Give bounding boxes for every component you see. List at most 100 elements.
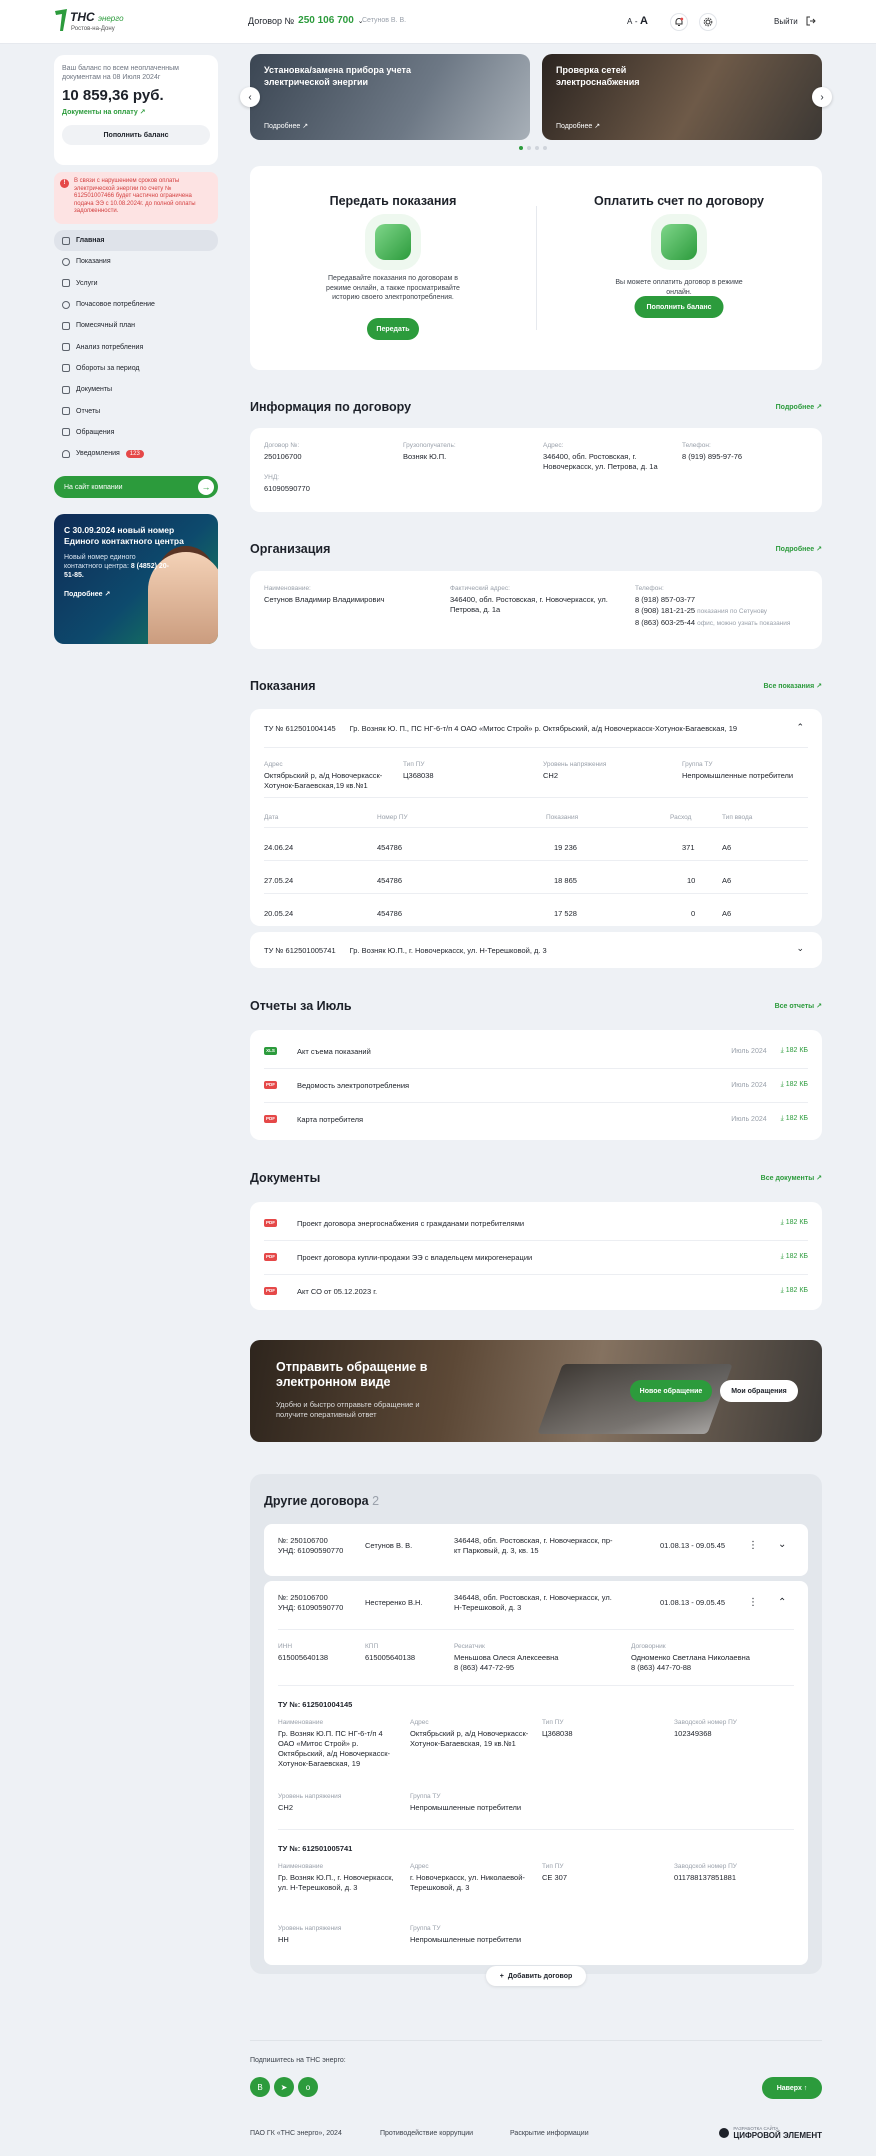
sidebar-item-reports[interactable]: Отчеты — [54, 400, 218, 421]
download-link[interactable]: ⤓ 182 КБ — [781, 1047, 808, 1055]
field-value: НН — [278, 1935, 289, 1944]
sidebar-item-analysis[interactable]: Анализ потребления — [54, 336, 218, 357]
download-link[interactable]: ⤓ 182 КБ — [781, 1081, 808, 1089]
submit-readings-button[interactable]: Передать — [367, 318, 419, 340]
slider-next-button[interactable]: › — [812, 87, 832, 107]
sidebar-item-services[interactable]: Услуги — [54, 273, 218, 294]
new-appeal-button[interactable]: Новое обращение — [630, 1380, 712, 1402]
more-label: Подробнее — [775, 404, 815, 411]
phone-number[interactable]: 8 (908) 181-21-25 — [635, 606, 695, 615]
cell-date: 24.06.24 — [264, 843, 294, 852]
contract-info-more-link[interactable]: Подробнее ↗ — [776, 403, 822, 411]
tu-card-collapsed[interactable]: ТУ № 612501005741 Гр. Возняк Ю.П., г. Нов… — [250, 932, 822, 968]
sidebar-item-notifications[interactable]: Уведомления 123 — [54, 443, 218, 464]
vk-icon[interactable]: В — [250, 2077, 270, 2097]
sidebar-item-appeals[interactable]: Обращения — [54, 422, 218, 443]
promo-more-link[interactable]: Подробнее ↗ — [64, 590, 208, 598]
field-value: Одноменко Светлана Николаевна — [631, 1653, 750, 1662]
font-big[interactable]: A — [640, 15, 648, 27]
download-link[interactable]: ⤓ 182 КБ — [781, 1219, 808, 1227]
field-label: Договорник — [631, 1643, 666, 1650]
download-link[interactable]: ⤓ 182 КБ — [781, 1253, 808, 1261]
field-value: Меньшова Олеся Алексеевна — [454, 1653, 559, 1662]
contract-info-title: Информация по договору — [250, 400, 412, 414]
phone-number[interactable]: 8 (863) 603-25-44 — [635, 618, 695, 627]
slider-dot[interactable] — [527, 146, 531, 150]
slider-dot[interactable] — [519, 146, 523, 150]
more-vertical-icon[interactable]: ⋮ — [748, 1597, 758, 1608]
ok-icon[interactable]: о — [298, 2077, 318, 2097]
chevron-down-icon[interactable]: ⌄ — [778, 1539, 786, 1550]
download-icon: ⤓ — [780, 1287, 784, 1294]
notifications-button[interactable] — [670, 13, 688, 31]
contract-selector[interactable]: Договор № 250 106 700 ⌄ — [248, 15, 364, 26]
chevron-up-icon[interactable]: ⌃ — [778, 1597, 786, 1608]
list-item[interactable]: PDF Проект договора энергоснабжения с гра… — [264, 1206, 808, 1240]
sidebar-item-label: Обращения — [76, 428, 115, 436]
list-item[interactable]: PDF Карта потребителя Июль 2024 ⤓ 182 КБ — [264, 1102, 808, 1136]
slide-more-label: Подробнее — [264, 123, 301, 130]
slider-prev-button[interactable]: ‹ — [240, 87, 260, 107]
slide-2[interactable]: Проверка сетей электроснабжения Подробне… — [542, 54, 822, 140]
slide-more-link[interactable]: Подробнее ↗ — [264, 122, 308, 130]
promo-banner[interactable]: С 30.09.2024 новый номер Единого контакт… — [54, 514, 218, 644]
add-contract-button[interactable]: + Добавить договор — [486, 1966, 586, 1986]
logout-button[interactable]: Выйти — [774, 16, 816, 26]
download-link[interactable]: ⤓ 182 КБ — [781, 1287, 808, 1295]
submit-readings-title: Передать показания — [329, 194, 457, 208]
my-appeals-button[interactable]: Мои обращения — [720, 1380, 798, 1402]
reports-more-link[interactable]: Все отчеты ↗ — [775, 1002, 822, 1010]
sidebar-item-home[interactable]: Главная — [54, 230, 218, 252]
corruption-link[interactable]: Противодействие коррупции — [380, 2130, 473, 2137]
font-size-switcher[interactable]: A - A — [627, 15, 648, 27]
sidebar-item-readings[interactable]: Показания — [54, 251, 218, 272]
list-item[interactable]: PDF Ведомость электропотребления Июль 2024… — [264, 1068, 808, 1102]
telegram-icon[interactable]: ➤ — [274, 2077, 294, 2097]
list-item[interactable]: XLS Акт съема показаний Июль 2024 ⤓ 182 КБ — [264, 1034, 808, 1068]
field-label: Тип ПУ — [403, 761, 425, 768]
developer-logo[interactable]: РАЗРАБОТКА САЙТА ЦИФРОВОЙ ЭЛЕМЕНТ — [719, 2126, 822, 2140]
more-vertical-icon[interactable]: ⋮ — [748, 1540, 758, 1551]
readings-more-link[interactable]: Все показания ↗ — [764, 682, 823, 690]
disclosure-link[interactable]: Раскрытие информации — [510, 2130, 589, 2137]
font-small[interactable]: A — [627, 17, 632, 26]
arrow-up-right-icon: ↗ — [594, 123, 601, 130]
sidebar-item-monthly-plan[interactable]: Помесячный план — [54, 315, 218, 336]
report-name: Карта потребителя — [297, 1114, 364, 1124]
more-label: Все документы — [760, 1175, 815, 1182]
field-label: Тип ПУ — [542, 1863, 564, 1870]
pay-topup-button[interactable]: Пополнить баланс — [634, 296, 724, 318]
download-link[interactable]: ⤓ 182 КБ — [781, 1115, 808, 1123]
kpp-field: КПП 615005640138 — [365, 1643, 415, 1663]
cell-meter: 454786 — [377, 843, 403, 852]
slider-dot[interactable] — [543, 146, 547, 150]
scroll-top-button[interactable]: Наверх ↑ — [762, 2077, 822, 2099]
slide-1[interactable]: Установка/замена прибора учета электриче… — [250, 54, 530, 140]
pdf-file-icon: PDF — [264, 1115, 277, 1123]
chevron-down-icon[interactable]: ⌄ — [796, 943, 804, 954]
list-item[interactable]: PDF Проект договора купли-продажи ЭЭ с вл… — [264, 1240, 808, 1274]
tu-number: ТУ № 612501004145 — [264, 724, 336, 733]
download-icon: ⤓ — [780, 1219, 784, 1226]
other-contracts-panel: Другие договора 2 №: 250106700 УНД: 61090… — [250, 1474, 822, 1986]
sidebar-item-label: Главная — [76, 237, 105, 245]
company-site-button[interactable]: На сайт компании → — [54, 476, 218, 498]
phone-number[interactable]: 8 (918) 857-03-77 — [635, 595, 695, 604]
payment-docs-link[interactable]: Документы на оплату ↗ — [62, 108, 210, 116]
topup-balance-button[interactable]: Пополнить баланс — [62, 125, 210, 145]
slide-more-link[interactable]: Подробнее ↗ — [556, 122, 600, 130]
company-logo[interactable]: ТНС энерго Ростов-на-Дону — [54, 8, 126, 36]
sidebar-item-documents[interactable]: Документы — [54, 379, 218, 400]
organization-more-link[interactable]: Подробнее ↗ — [776, 545, 822, 553]
contract-row[interactable]: №: 250106700 УНД: 61090590770 Сетунов В. … — [264, 1524, 808, 1576]
sidebar-item-hourly[interactable]: Почасовое потребление — [54, 294, 218, 315]
pay-contract-title: Оплатить счет по договору — [593, 194, 764, 208]
settings-button[interactable] — [699, 13, 717, 31]
cell-value: 17 528 — [554, 909, 577, 918]
sidebar-item-turnover[interactable]: Обороты за период — [54, 358, 218, 379]
chevron-up-icon[interactable]: ⌃ — [796, 722, 804, 733]
tu-header[interactable]: ТУ № 612501004145 Гр. Возняк Ю. П., ПС НГ… — [264, 724, 737, 733]
documents-more-link[interactable]: Все документы ↗ — [761, 1174, 822, 1182]
list-item[interactable]: PDF Акт СО от 05.12.2023 г. ⤓ 182 КБ — [264, 1274, 808, 1308]
slider-dot[interactable] — [535, 146, 539, 150]
